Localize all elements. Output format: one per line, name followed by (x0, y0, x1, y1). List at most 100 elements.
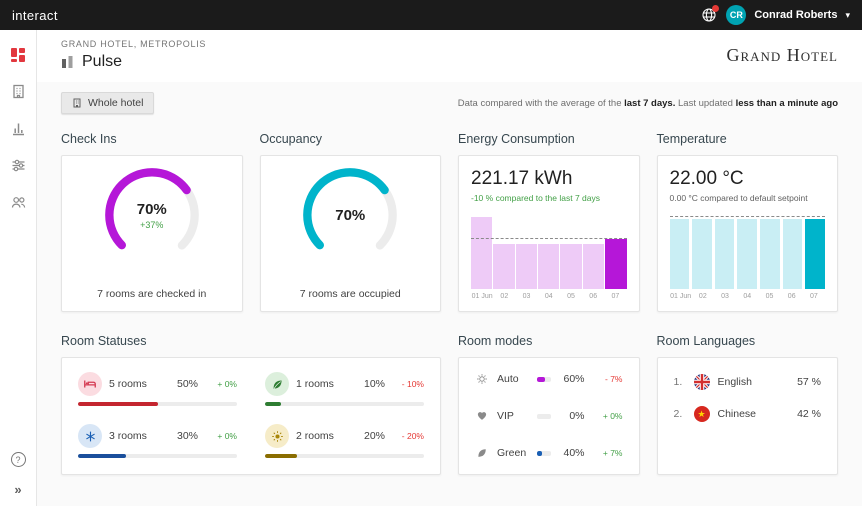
room-statuses-card: 5 rooms 50% + 0% (61, 357, 441, 475)
room-status-item: 3 rooms 30% + 0% (78, 424, 237, 460)
language-label: Chinese (718, 408, 757, 420)
status-progress-fill (78, 402, 158, 406)
help-button[interactable]: ? (11, 452, 26, 467)
room-languages-title: Room Languages (657, 334, 839, 348)
room-modes-card: Auto 60% - 7% (458, 357, 640, 475)
mode-percent: 0% (559, 410, 585, 422)
language-rank: 1. (674, 376, 686, 388)
energy-title: Energy Consumption (458, 132, 640, 146)
question-mark-icon: ? (15, 455, 20, 465)
page-header: GRAND HOTEL, METROPOLIS Pulse Grand Hote… (37, 30, 862, 82)
mode-delta: + 0% (593, 411, 623, 421)
status-progress-fill (265, 402, 281, 406)
status-percent: 50% (177, 378, 198, 390)
occupancy-caption: 7 rooms are occupied (300, 288, 401, 300)
mode-label: Auto (497, 373, 529, 385)
kpi-row: Check Ins 70% +37% (61, 132, 838, 312)
checkins-title: Check Ins (61, 132, 243, 146)
status-progress-track (78, 454, 237, 458)
breadcrumb: GRAND HOTEL, METROPOLIS (61, 39, 206, 49)
sidebar-item-pulse-active[interactable] (0, 36, 37, 73)
comparison-info: Data compared with the average of the la… (458, 98, 838, 109)
sidebar-item-controls[interactable] (0, 147, 37, 184)
status-percent: 30% (177, 430, 198, 442)
auto-sun-icon (475, 373, 489, 385)
checkins-card: 70% +37% 7 rooms are checked in (61, 155, 243, 312)
mode-row: Green 40% + 7% (475, 447, 623, 459)
status-percent: 10% (364, 378, 385, 390)
language-row: 2. ★ Chinese 42 % (674, 406, 822, 422)
temperature-bar-chart (670, 211, 826, 289)
user-name[interactable]: Conrad Roberts (754, 9, 837, 21)
language-row: 1. English 57 (674, 374, 822, 390)
sidebar-item-analytics[interactable] (0, 110, 37, 147)
building-icon (10, 83, 27, 100)
language-globe-button[interactable] (700, 6, 718, 24)
language-rank: 2. (674, 408, 686, 420)
language-label: English (718, 376, 752, 388)
expand-sidebar-button[interactable]: » (14, 483, 21, 496)
sidebar-item-users[interactable] (0, 184, 37, 221)
app-logo: interact (12, 8, 58, 23)
room-languages-section: Room Languages 1. (657, 334, 839, 475)
temperature-card: 22.00 °C 0.00 °C compared to default set… (657, 155, 839, 312)
checkins-percent: 70% (137, 201, 167, 218)
mode-progress-fill (537, 451, 542, 456)
occupancy-title: Occupancy (260, 132, 442, 146)
heart-icon (475, 410, 489, 422)
mode-progress-track (537, 451, 551, 456)
status-progress-fill (265, 454, 297, 458)
checkins-section: Check Ins 70% +37% (61, 132, 243, 312)
double-chevron-right-icon: » (14, 482, 21, 497)
scope-label: Whole hotel (88, 97, 143, 109)
status-room-count: 5 rooms (109, 378, 147, 390)
status-room-count: 2 rooms (296, 430, 334, 442)
occupancy-card: 70% 7 rooms are occupied (260, 155, 442, 312)
sun-icon (265, 424, 289, 448)
sliders-icon (10, 157, 27, 174)
status-progress-track (265, 454, 424, 458)
temperature-x-axis: 01 Jun020304050607 (670, 293, 826, 303)
leaf-icon (475, 447, 489, 459)
sidebar-item-hotel[interactable] (0, 73, 37, 110)
notification-badge (712, 5, 719, 12)
avatar[interactable]: CR (726, 5, 746, 25)
occupancy-gauge: 70% (299, 164, 401, 266)
leaf-icon (265, 372, 289, 396)
status-room-count: 1 rooms (296, 378, 334, 390)
mode-row: Auto 60% - 7% (475, 373, 623, 385)
mode-label: VIP (497, 410, 529, 422)
detail-row: Room Statuses 5 rooms (61, 334, 838, 475)
energy-x-axis: 01 Jun020304050607 (471, 293, 627, 303)
room-languages-card: 1. English 57 (657, 357, 839, 475)
scope-selector[interactable]: Whole hotel (61, 92, 154, 114)
energy-card: 221.17 kWh -10 % compared to the last 7 … (458, 155, 640, 312)
temperature-section: Temperature 22.00 °C 0.00 °C compared to… (657, 132, 839, 312)
china-flag-icon: ★ (694, 406, 710, 422)
mode-progress-track (537, 377, 551, 382)
mode-delta: + 7% (593, 448, 623, 458)
room-modes-title: Room modes (458, 334, 640, 348)
status-progress-track (265, 402, 424, 406)
mode-row: VIP 0% + 0% (475, 410, 623, 422)
status-progress-track (78, 402, 237, 406)
app-frame: ? » GRAND HOTEL, METROPOLIS Pulse Grand … (0, 30, 862, 506)
status-delta: + 0% (205, 431, 237, 441)
people-icon (10, 194, 27, 211)
bar-chart-icon (10, 120, 27, 137)
room-status-item: 2 rooms 20% - 20% (265, 424, 424, 460)
mode-delta: - 7% (593, 374, 623, 384)
room-status-item: 5 rooms 50% + 0% (78, 372, 237, 408)
status-room-count: 3 rooms (109, 430, 147, 442)
mode-percent: 60% (559, 373, 585, 385)
sidebar-bottom: ? » (11, 452, 26, 506)
checkins-gauge: 70% +37% (101, 164, 203, 266)
snowflake-icon (78, 424, 102, 448)
status-progress-fill (78, 454, 126, 458)
chevron-down-icon[interactable]: ▾ (845, 10, 850, 21)
room-statuses-section: Room Statuses 5 rooms (61, 334, 441, 475)
topbar: interact CR Conrad Roberts ▾ (0, 0, 862, 30)
checkins-caption: 7 rooms are checked in (97, 288, 206, 300)
energy-delta: -10 % compared to the last 7 days (471, 193, 627, 203)
mode-percent: 40% (559, 447, 585, 459)
